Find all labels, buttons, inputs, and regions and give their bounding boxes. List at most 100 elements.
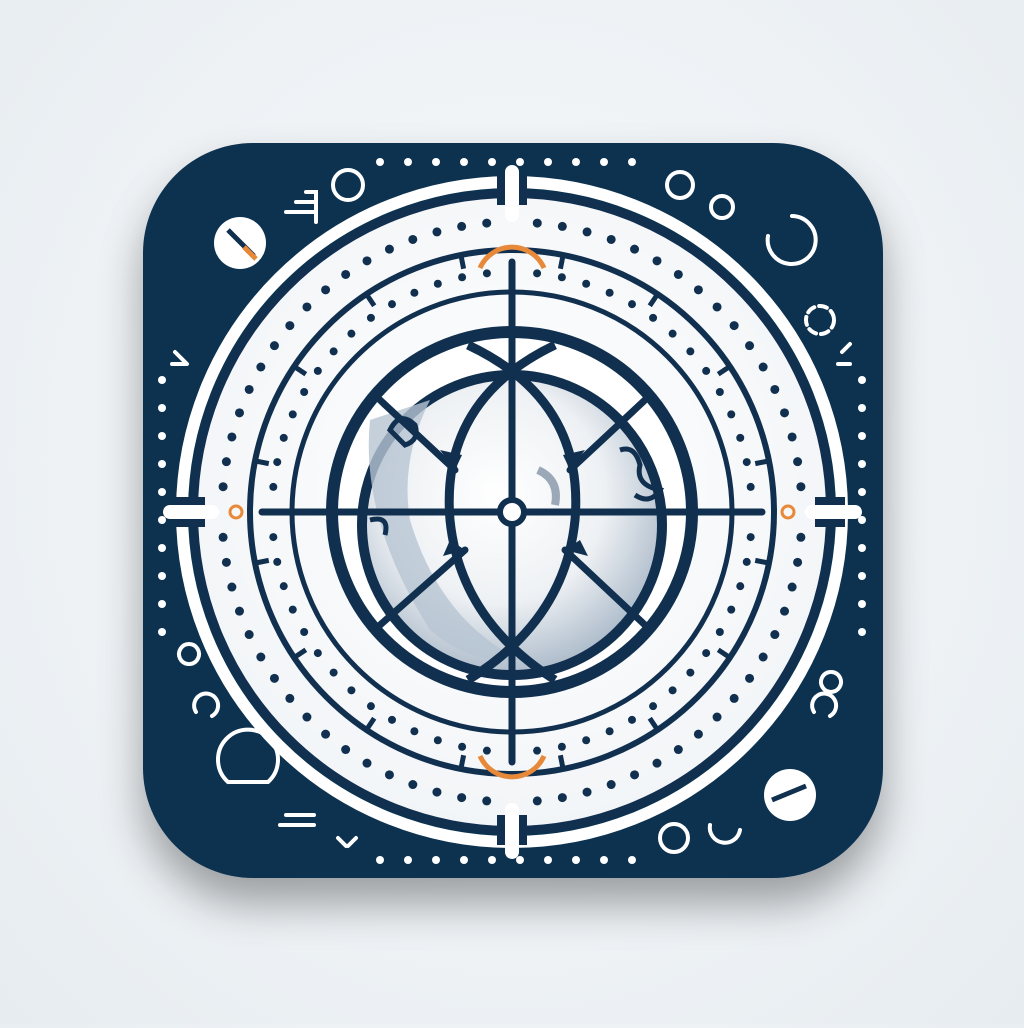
ring-dot xyxy=(532,796,542,806)
crosshair-center-icon xyxy=(497,497,527,527)
ring-dot xyxy=(793,557,803,567)
bottom-right-dial-icon xyxy=(764,769,816,821)
border-dot xyxy=(432,856,440,864)
ring-dot xyxy=(457,221,467,231)
ring-dot xyxy=(630,770,640,780)
ring-dot xyxy=(482,796,492,806)
ring-dot xyxy=(758,652,768,662)
ring-dot xyxy=(329,347,338,356)
ring-dot xyxy=(557,221,567,231)
ring-dot xyxy=(693,285,703,295)
border-dot xyxy=(858,628,866,636)
ring-dot xyxy=(787,432,797,442)
ring-dot xyxy=(796,532,806,542)
ring-dot xyxy=(341,745,351,755)
ring-dot xyxy=(256,362,266,372)
ring-dot xyxy=(313,366,322,375)
ring-dot xyxy=(227,582,237,592)
ring-dot xyxy=(362,758,372,768)
border-dot xyxy=(572,158,580,166)
ring-dot xyxy=(221,557,231,567)
border-dot xyxy=(572,856,580,864)
ring-dot xyxy=(218,482,228,492)
border-dot xyxy=(544,856,552,864)
ring-dot xyxy=(366,313,375,322)
border-dot xyxy=(158,544,166,552)
border-dot xyxy=(158,516,166,524)
ring-dot xyxy=(686,668,695,677)
ring-dot xyxy=(582,279,591,288)
ring-dot xyxy=(715,628,724,636)
ring-dot xyxy=(410,288,419,297)
ring-dot xyxy=(652,256,662,266)
ring-dot xyxy=(693,729,703,739)
ring-dot xyxy=(279,582,288,591)
ring-dot xyxy=(715,388,724,396)
app-icon-canvas xyxy=(0,0,1024,1024)
border-dot xyxy=(460,856,468,864)
ring-dot xyxy=(727,605,736,614)
compass-globe-app-icon xyxy=(143,143,883,878)
ring-dot xyxy=(668,329,677,338)
top-left-dial-icon xyxy=(214,217,266,269)
ring-dot xyxy=(780,408,790,418)
ring-dot xyxy=(673,269,683,279)
ring-dot xyxy=(780,606,790,616)
border-dot xyxy=(158,460,166,468)
border-dot xyxy=(488,856,496,864)
ring-dot xyxy=(273,557,282,566)
ring-dot xyxy=(285,321,295,331)
ring-dot xyxy=(432,787,442,797)
ring-dot xyxy=(288,605,297,614)
ring-dot xyxy=(366,702,375,711)
border-dot xyxy=(858,572,866,580)
ring-dot xyxy=(347,329,356,338)
ring-dot xyxy=(582,227,592,237)
ring-dot xyxy=(745,673,755,683)
ring-dot xyxy=(347,686,356,695)
ring-dot xyxy=(582,787,592,797)
ring-dot xyxy=(787,582,797,592)
border-dot xyxy=(628,856,636,864)
ring-dot xyxy=(532,218,542,228)
ring-dot xyxy=(244,384,254,394)
border-dot xyxy=(460,158,468,166)
ring-dot xyxy=(745,341,755,351)
tick-mark xyxy=(458,754,467,770)
ring-dot xyxy=(758,362,768,372)
border-dot xyxy=(516,158,524,166)
ring-dot xyxy=(321,285,331,295)
tick-mark xyxy=(754,458,770,467)
border-dot xyxy=(858,488,866,496)
ring-dot xyxy=(244,630,254,640)
ring-dot xyxy=(702,366,711,375)
ring-dot xyxy=(269,482,278,491)
border-dot xyxy=(158,432,166,440)
border-dot xyxy=(858,544,866,552)
tick-mark xyxy=(458,254,467,270)
ring-dot xyxy=(285,693,295,703)
ring-dot xyxy=(582,736,591,745)
ring-dot xyxy=(557,742,566,751)
border-dot xyxy=(158,488,166,496)
tick-mark xyxy=(254,458,270,467)
ring-dot xyxy=(432,227,442,237)
ring-dot xyxy=(746,482,755,491)
ring-dot xyxy=(482,269,491,278)
border-dot xyxy=(158,628,166,636)
border-dot xyxy=(432,158,440,166)
ring-dot xyxy=(221,457,231,467)
ring-dot xyxy=(279,433,288,442)
ring-dot xyxy=(736,433,745,442)
ring-dot xyxy=(796,482,806,492)
ring-dot xyxy=(227,432,237,442)
border-dot xyxy=(544,158,552,166)
ring-dot xyxy=(668,686,677,695)
ring-dot xyxy=(234,408,244,418)
border-dot xyxy=(858,460,866,468)
ring-dot xyxy=(302,712,312,722)
ring-dot xyxy=(770,630,780,640)
ring-dot xyxy=(321,729,331,739)
ring-dot xyxy=(630,244,640,254)
ring-dot xyxy=(712,302,722,312)
